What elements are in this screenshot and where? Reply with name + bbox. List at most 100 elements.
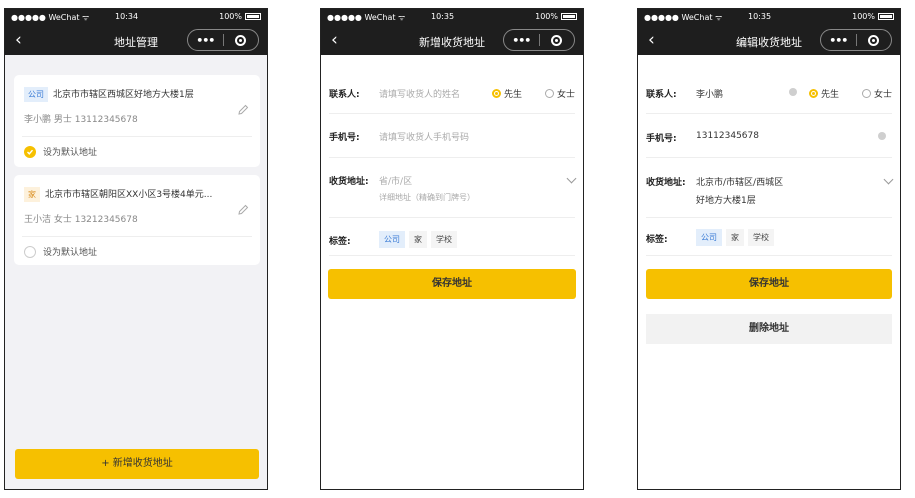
battery-group: 100% [852,12,894,21]
chevron-down-icon[interactable] [566,173,577,184]
carrier-text: ●●●●● WeChat ᯤ [644,13,723,22]
status-bar: ●●●●● WeChat ᯤ 10:34 100% [5,9,267,26]
add-address-button[interactable]: + 新增收货地址 [15,449,259,479]
nav-bar: ‹ 地址管理 ••• [5,26,267,55]
radio-selected-icon [809,89,818,98]
tag-option[interactable]: 家 [726,229,744,246]
address-card[interactable]: 家北京市市辖区朝阳区XX小区3号楼4单元... 王小洁 女士 132123456… [14,175,260,265]
close-miniprogram-icon[interactable] [540,34,575,46]
address-tag: 公司 [24,87,48,102]
close-miniprogram-icon[interactable] [224,34,259,46]
save-address-button[interactable]: 保存地址 [646,269,892,299]
nav-bar: ‹ 新增收货地址 ••• [321,26,583,55]
default-toggle[interactable]: 设为默认地址 [24,245,97,258]
gender-male-radio[interactable]: 先生 [809,87,839,100]
phone-address-list: ●●●●● WeChat ᯤ 10:34 100% ‹ 地址管理 ••• 公司北… [4,8,268,490]
gender-male-label: 先生 [821,90,840,100]
battery-group: 100% [535,12,577,21]
gender-female-label: 女士 [874,90,893,100]
contact-input[interactable]: 李小鹏 [696,87,723,100]
mini-program-capsule: ••• [820,29,892,51]
divider [329,113,575,114]
address-tag: 家 [24,187,40,202]
phone-input[interactable]: 13112345678 [696,131,759,141]
gender-female-label: 女士 [557,90,576,100]
address-label: 收货地址: [329,177,369,187]
tag-option[interactable]: 学校 [748,229,774,246]
phone-new-address: ●●●●● WeChat ᯤ 10:35 100% ‹ 新增收货地址 ••• 联… [320,8,584,490]
region-picker[interactable]: 北京市/市辖区/西城区 [696,175,783,188]
clear-icon[interactable] [878,132,886,140]
phone-label: 手机号: [329,133,360,143]
address-text: 北京市市辖区朝阳区XX小区3号楼4单元... [45,190,213,200]
divider [329,157,575,158]
battery-icon [878,13,894,20]
edit-icon[interactable] [236,103,250,117]
check-icon [24,145,36,158]
chevron-down-icon[interactable] [883,174,894,185]
status-bar: ●●●●● WeChat ᯤ 10:35 100% [321,9,583,26]
delete-address-button[interactable]: 删除地址 [646,314,892,344]
detail-address-input[interactable]: 好地方大楼1层 [696,193,756,206]
contact-info: 李小鹏 男士 13112345678 [24,115,138,125]
tag-options: 公司家学校 [379,231,461,248]
tag-label: 标签: [329,237,351,247]
card-divider [22,136,252,137]
divider [329,255,575,256]
default-label: 设为默认地址 [43,148,98,158]
save-address-button[interactable]: 保存地址 [328,269,576,299]
contact-info: 王小洁 女士 13212345678 [24,215,138,225]
unchecked-circle-icon [24,245,36,258]
nav-bar: ‹ 编辑收货地址 ••• [638,26,900,55]
battery-group: 100% [219,12,261,21]
phone-edit-address: ●●●●● WeChat ᯤ 10:35 100% ‹ 编辑收货地址 ••• 联… [637,8,901,490]
battery-percent: 100% [219,12,242,21]
gender-male-radio[interactable]: 先生 [492,87,522,100]
status-time: 10:35 [748,12,772,21]
divider [646,113,892,114]
divider [646,255,892,256]
close-miniprogram-icon[interactable] [857,34,892,46]
more-icon[interactable]: ••• [188,34,223,47]
more-icon[interactable]: ••• [821,34,856,47]
address-card[interactable]: 公司 北京市市辖区西城区好地方大楼1层 李小鹏 男士 13112345678 设为… [14,75,260,167]
carrier-text: ●●●●● WeChat ᯤ [11,13,90,22]
address-text: 北京市市辖区西城区好地方大楼1层 [53,90,194,100]
radio-unselected-icon [862,89,871,98]
contact-label: 联系人: [646,90,677,100]
carrier-text: ●●●●● WeChat ᯤ [327,13,406,22]
clear-icon[interactable] [789,88,797,96]
mini-program-capsule: ••• [503,29,575,51]
region-picker[interactable]: 省/市/区 [379,174,412,187]
battery-percent: 100% [852,12,875,21]
divider [329,217,575,218]
default-toggle[interactable]: 设为默认地址 [24,145,97,158]
tag-option[interactable]: 公司 [696,229,722,246]
detail-address-input[interactable]: 详细地址（精确到门牌号） [379,192,475,203]
mini-program-capsule: ••• [187,29,259,51]
gender-male-label: 先生 [504,90,523,100]
battery-percent: 100% [535,12,558,21]
gender-female-radio[interactable]: 女士 [545,87,575,100]
edit-icon[interactable] [236,203,250,217]
radio-selected-icon [492,89,501,98]
status-time: 10:34 [115,12,139,21]
address-line: 家北京市市辖区朝阳区XX小区3号楼4单元... [24,187,212,202]
gender-female-radio[interactable]: 女士 [862,87,892,100]
address-line: 公司 北京市市辖区西城区好地方大楼1层 [24,87,194,102]
phone-label: 手机号: [646,134,677,144]
card-divider [22,236,252,237]
default-label: 设为默认地址 [43,248,98,258]
more-icon[interactable]: ••• [504,34,539,47]
status-bar: ●●●●● WeChat ᯤ 10:35 100% [638,9,900,26]
divider [646,157,892,158]
contact-label: 联系人: [329,90,360,100]
tag-option[interactable]: 家 [409,231,427,248]
radio-unselected-icon [545,89,554,98]
tag-option[interactable]: 公司 [379,231,405,248]
status-time: 10:35 [431,12,455,21]
divider [646,217,892,218]
contact-input[interactable]: 请填写收货人的姓名 [379,87,460,100]
phone-input[interactable]: 请填写收货人手机号码 [379,130,469,143]
tag-option[interactable]: 学校 [431,231,457,248]
